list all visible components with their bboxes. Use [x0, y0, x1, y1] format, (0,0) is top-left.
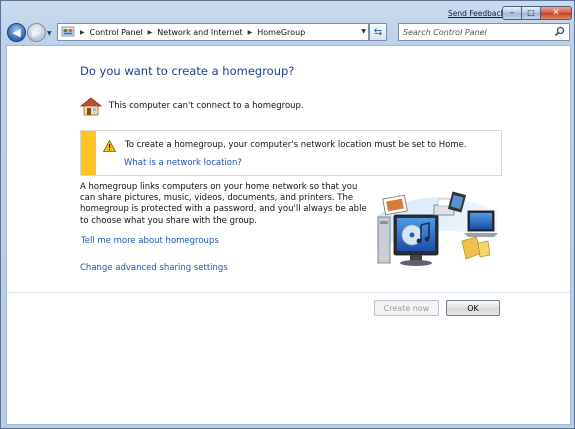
network-location-link[interactable]: What is a network location?: [124, 158, 242, 168]
breadcrumb-homegroup[interactable]: HomeGroup: [257, 28, 305, 37]
ok-button[interactable]: OK: [446, 300, 500, 316]
minimize-button[interactable]: –: [502, 6, 522, 20]
forward-arrow-icon: ▶: [32, 26, 41, 39]
send-feedback-link[interactable]: Send Feedback: [448, 9, 505, 18]
control-panel-icon: [61, 26, 75, 37]
breadcrumb-separator-icon[interactable]: ▶: [148, 29, 153, 36]
breadcrumb-control-panel[interactable]: Control Panel: [90, 28, 143, 37]
warning-text: To create a homegroup, your computer's n…: [125, 140, 467, 150]
refresh-button[interactable]: ⇆: [369, 23, 387, 41]
address-dropdown-icon[interactable]: ▼: [361, 28, 366, 35]
create-now-button[interactable]: Create now: [374, 300, 439, 316]
homegroup-illustration: [377, 191, 498, 266]
search-input[interactable]: [403, 27, 553, 37]
search-box[interactable]: [398, 23, 570, 41]
forward-button[interactable]: ▶: [27, 23, 46, 42]
caption-buttons: – □ ✕: [502, 6, 572, 20]
refresh-icon: ⇆: [373, 26, 383, 38]
warning-icon: [103, 140, 116, 152]
homegroup-description: A homegroup links computers on your home…: [80, 182, 367, 226]
breadcrumb-network-and-internet[interactable]: Network and Internet: [157, 28, 242, 37]
status-row: This computer can't connect to a homegro…: [79, 96, 304, 116]
status-text: This computer can't connect to a homegro…: [109, 101, 304, 111]
tell-me-more-link[interactable]: Tell me more about homegroups: [81, 236, 219, 246]
homegroup-house-icon: [79, 97, 103, 116]
warning-box: To create a homegroup, your computer's n…: [80, 130, 502, 176]
address-bar[interactable]: ▶ Control Panel ▶ Network and Internet ▶…: [57, 23, 369, 41]
recent-pages-dropdown[interactable]: ▼: [47, 30, 52, 37]
breadcrumb-separator-icon[interactable]: ▶: [248, 29, 253, 36]
window-frame: Send Feedback – □ ✕ ◀ ▶ ▼ ▶ Control Pane…: [0, 0, 575, 429]
search-icon[interactable]: [554, 26, 565, 37]
advanced-sharing-link[interactable]: Change advanced sharing settings: [80, 263, 228, 273]
page-title: Do you want to create a homegroup?: [80, 64, 295, 78]
breadcrumb-separator-icon[interactable]: ▶: [80, 29, 85, 36]
footer-divider: [7, 292, 570, 293]
back-button[interactable]: ◀: [7, 23, 26, 42]
content-pane: Do you want to create a homegroup? This …: [6, 45, 571, 425]
maximize-button[interactable]: □: [522, 6, 540, 20]
back-arrow-icon: ◀: [12, 26, 21, 39]
close-button[interactable]: ✕: [540, 6, 572, 20]
warning-stripe: [81, 131, 96, 175]
